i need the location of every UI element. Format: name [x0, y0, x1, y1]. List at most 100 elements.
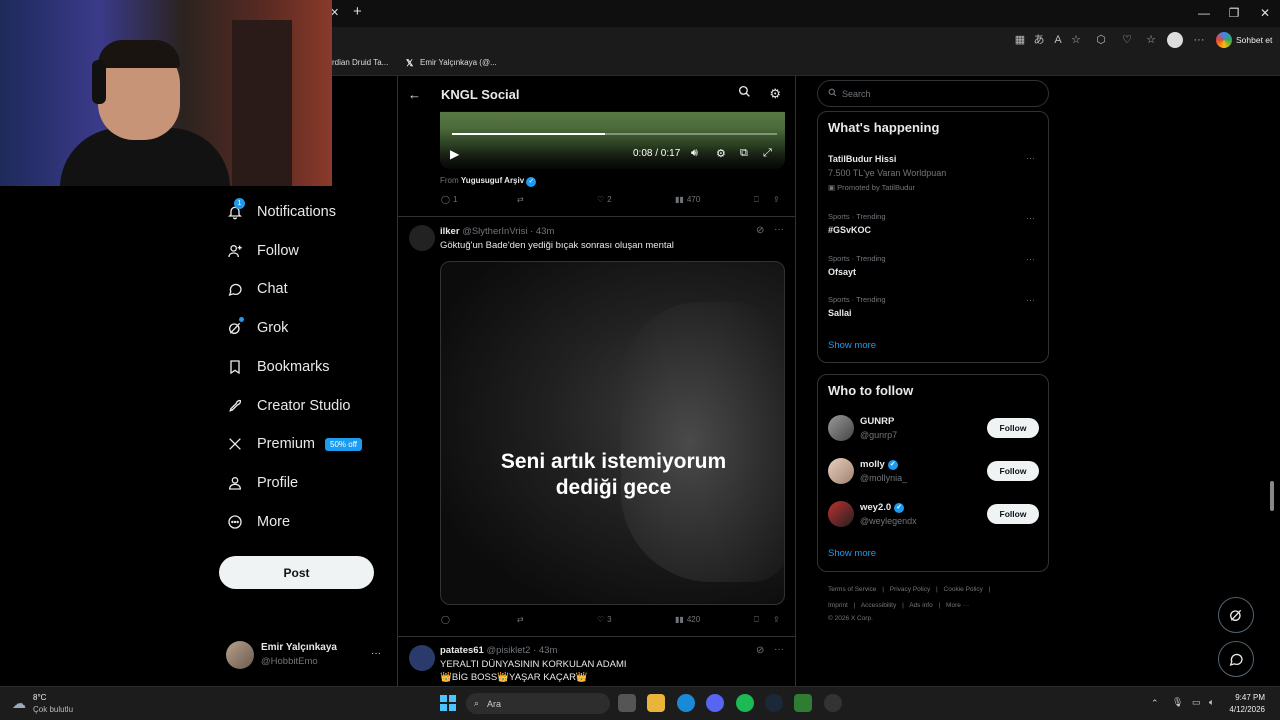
start-button[interactable]	[440, 695, 456, 711]
post-button[interactable]: Post	[219, 556, 374, 589]
tweet-more-icon[interactable]: ···	[774, 644, 784, 655]
retweet-button[interactable]: ⇄	[517, 195, 524, 204]
search-icon[interactable]	[738, 85, 751, 103]
page-scrollbar-thumb[interactable]	[1270, 481, 1274, 511]
suggested-user-name[interactable]: molly ✓	[860, 459, 898, 470]
account-avatar[interactable]	[226, 641, 254, 669]
retweet-button[interactable]: ⇄	[517, 615, 524, 624]
favorite-star-icon[interactable]: ☆	[1069, 33, 1083, 47]
nav-notifications[interactable]: 1 Notifications	[226, 198, 336, 224]
author-handle[interactable]: @pisiklet2	[486, 645, 530, 656]
show-more-follow-link[interactable]: Show more	[828, 548, 876, 559]
app-icon[interactable]	[794, 694, 812, 712]
cookie-link[interactable]: Cookie Policy	[944, 586, 983, 593]
maximize-button[interactable]: ❐	[1226, 6, 1242, 20]
show-more-trends-link[interactable]: Show more	[828, 340, 876, 351]
clock-time[interactable]: 9:47 PM	[1229, 693, 1265, 702]
nav-premium[interactable]: Premium 50% off	[226, 432, 362, 456]
back-arrow-icon[interactable]: ←	[408, 87, 421, 102]
settings-menu-icon[interactable]: ···	[1192, 33, 1206, 47]
pip-icon[interactable]: ⧉	[740, 147, 748, 160]
avatar[interactable]	[828, 458, 854, 484]
nav-more[interactable]: More	[226, 510, 290, 534]
author-name[interactable]: ilker	[440, 226, 460, 237]
author-name[interactable]: patates61	[440, 645, 484, 656]
tweet-avatar[interactable]	[409, 645, 435, 671]
favorites-icon[interactable]: ☆	[1144, 33, 1158, 47]
extensions-icon[interactable]: ⬡	[1094, 33, 1108, 47]
read-aloud-icon[interactable]: A	[1051, 33, 1065, 47]
copilot-icon[interactable]	[1216, 32, 1232, 48]
obs-icon[interactable]	[824, 694, 842, 712]
messages-fab-button[interactable]	[1218, 641, 1254, 677]
reply-button[interactable]: ◯ 1	[441, 195, 457, 204]
imprint-link[interactable]: Imprint	[828, 602, 848, 609]
like-button[interactable]: ♡ 2	[597, 195, 612, 204]
trend-more-icon[interactable]: ···	[1026, 295, 1035, 305]
views-button[interactable]: ▮▮ 420	[675, 615, 700, 624]
nav-grok[interactable]: Grok	[226, 316, 288, 340]
nav-chat[interactable]: Chat	[226, 277, 288, 301]
author-handle[interactable]: @SlytherInVrisi	[462, 226, 527, 237]
trend-more-icon[interactable]: ···	[1026, 153, 1035, 163]
nav-bookmarks[interactable]: Bookmarks	[226, 355, 330, 379]
play-icon[interactable]: ▶	[450, 147, 459, 161]
volume-icon[interactable]: 🔊︎	[691, 147, 698, 160]
translate-icon[interactable]: あ	[1032, 33, 1046, 47]
bookmark-item[interactable]: rdian Druid Ta...	[332, 58, 388, 67]
share-button[interactable]: ⇪	[773, 615, 780, 624]
trend-more-icon[interactable]: ···	[1026, 213, 1035, 223]
nav-creator-studio[interactable]: Creator Studio	[226, 394, 351, 418]
tweet-avatar[interactable]	[409, 225, 435, 251]
file-explorer-icon[interactable]	[647, 694, 665, 712]
trend-name[interactable]: TatilBudur Hissi	[828, 154, 896, 164]
trend-name[interactable]: Sallai	[828, 308, 852, 318]
video-progress-track[interactable]	[452, 133, 777, 135]
spotify-icon[interactable]	[736, 694, 754, 712]
suggested-user-name[interactable]: wey2.0 ✓	[860, 502, 905, 513]
grok-explain-icon[interactable]: ⊘	[756, 225, 764, 236]
account-menu-button[interactable]: ···	[371, 648, 381, 659]
nav-profile[interactable]: Profile	[226, 471, 298, 495]
follow-button[interactable]: Follow	[987, 461, 1039, 481]
reply-button[interactable]: ◯	[441, 615, 450, 624]
tweet-video[interactable]: Seni artık istemiyorum dediği gece	[440, 261, 785, 605]
bookmark-item[interactable]: Emir Yalçınkaya (@...	[420, 58, 497, 67]
display-icon[interactable]: ▭	[1192, 697, 1201, 708]
follow-button[interactable]: Follow	[987, 504, 1039, 524]
weather-temp[interactable]: 8°C	[33, 693, 46, 702]
clock-date[interactable]: 4/12/2026	[1221, 705, 1265, 714]
views-button[interactable]: ▮▮ 470	[675, 195, 700, 204]
microphone-icon[interactable]: 🎙︎	[1172, 697, 1183, 708]
suggested-user-name[interactable]: GUNRP	[860, 416, 894, 427]
privacy-link[interactable]: Privacy Policy	[890, 586, 930, 593]
weather-icon[interactable]: ☁	[12, 695, 26, 712]
discord-icon[interactable]	[706, 694, 724, 712]
follow-button[interactable]: Follow	[987, 418, 1039, 438]
trend-name[interactable]: #GSvKOC	[828, 225, 871, 235]
grok-explain-icon[interactable]: ⊘	[756, 645, 764, 656]
trend-more-icon[interactable]: ···	[1026, 254, 1035, 264]
video-player[interactable]: ▶ 0:08 / 0:17 🔊︎ ⚙ ⧉ ⤢	[440, 111, 785, 169]
tweet-more-icon[interactable]: ···	[774, 224, 784, 235]
search-input[interactable]: Search	[817, 80, 1049, 107]
profile-avatar[interactable]	[1167, 32, 1183, 48]
new-tab-button[interactable]: +	[353, 3, 362, 20]
gear-icon[interactable]: ⚙	[769, 86, 781, 102]
tweet-time[interactable]: · 43m	[530, 226, 554, 237]
taskbar-search[interactable]: ⌕ Ara	[466, 693, 610, 714]
speaker-icon[interactable]: 🔈︎	[1209, 697, 1214, 708]
source-name[interactable]: Yugusuguf Arşiv	[461, 176, 524, 185]
more-link[interactable]: More ···	[946, 602, 969, 609]
avatar[interactable]	[828, 415, 854, 441]
fullscreen-icon[interactable]: ⤢	[763, 147, 772, 160]
minimize-button[interactable]: —	[1196, 6, 1212, 20]
tweet-time[interactable]: · 43m	[533, 645, 557, 656]
browser-essentials-icon[interactable]: ♡	[1120, 33, 1134, 47]
settings-gear-icon[interactable]: ⚙	[716, 147, 726, 160]
trend-name[interactable]: Ofsayt	[828, 267, 856, 277]
like-button[interactable]: ♡ 3	[597, 615, 612, 624]
accessibility-link[interactable]: Accessibility	[861, 602, 896, 609]
task-view-icon[interactable]	[618, 694, 636, 712]
split-screen-icon[interactable]: ▦	[1013, 33, 1027, 47]
